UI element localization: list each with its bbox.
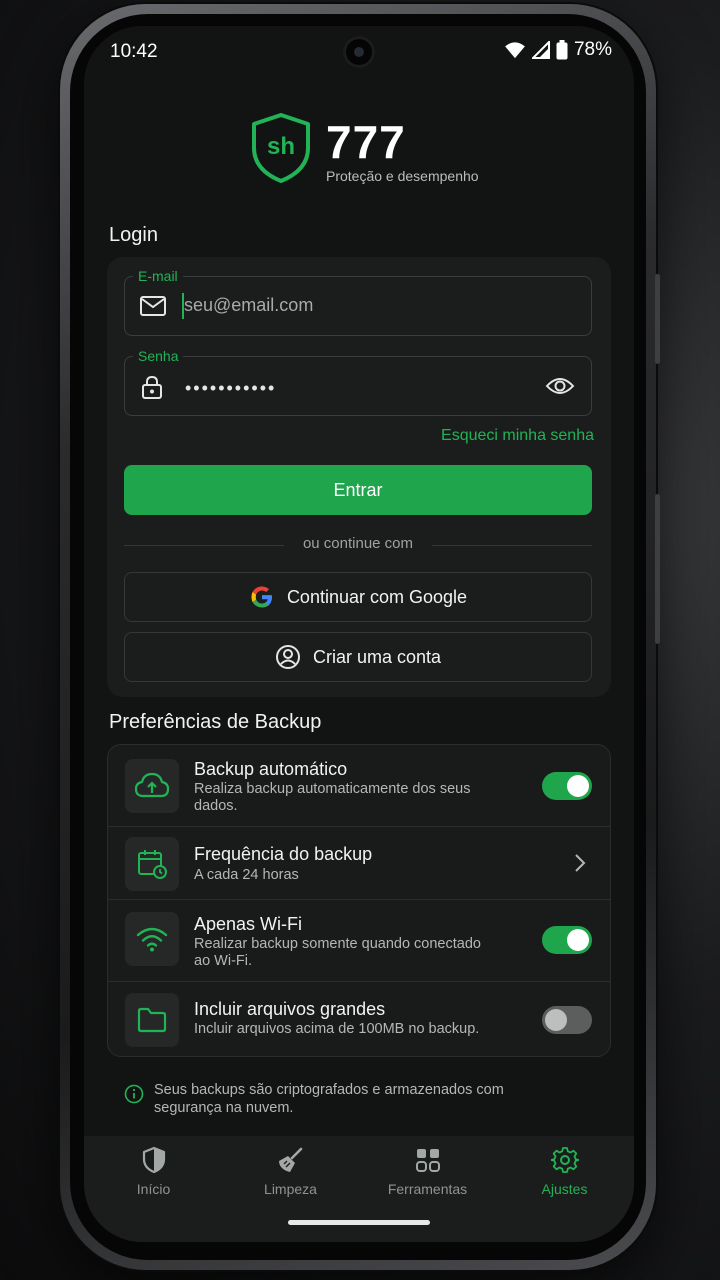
pref-description: Realiza backup automaticamente dos seus … bbox=[194, 781, 471, 814]
pref-row-wifi-only[interactable]: Apenas Wi-Fi Realizar backup somente qua… bbox=[108, 900, 610, 982]
app-title: 777 bbox=[326, 116, 406, 168]
pref-row-frequency[interactable]: Frequência do backup A cada 24 horas bbox=[108, 827, 610, 900]
pref-title: Frequência do backup bbox=[194, 844, 373, 864]
password-input[interactable]: ••••••••••• bbox=[185, 378, 276, 399]
google-login-button[interactable]: Continuar com Google bbox=[124, 572, 592, 622]
pref-title: Apenas Wi-Fi bbox=[194, 914, 303, 934]
home-indicator[interactable] bbox=[288, 1220, 430, 1225]
bottom-navigation: Início Limpeza Ferramentas Ajustes bbox=[84, 1136, 634, 1242]
mail-icon bbox=[140, 296, 166, 316]
login-section-title: Login bbox=[109, 224, 158, 246]
nav-item-ferramentas[interactable]: Ferramentas bbox=[359, 1146, 496, 1197]
pref-row-large-files[interactable]: Incluir arquivos grandes Incluir arquivo… bbox=[108, 982, 610, 1058]
status-time: 10:42 bbox=[110, 41, 158, 62]
gear-icon bbox=[549, 1147, 580, 1173]
status-icons: 78% bbox=[504, 39, 612, 61]
wifi-status-icon bbox=[505, 42, 525, 59]
large-files-toggle[interactable] bbox=[542, 1006, 592, 1034]
wifi-icon bbox=[125, 912, 179, 966]
nav-item-limpeza[interactable]: Limpeza bbox=[222, 1146, 359, 1197]
app-screen: 10:42 78% sh 777 Proteção e desempenho L… bbox=[84, 26, 634, 1242]
nav-label: Ferramentas bbox=[387, 1181, 468, 1197]
create-account-button[interactable]: Criar uma conta bbox=[124, 632, 592, 682]
power-button bbox=[655, 494, 660, 644]
pref-description: Incluir arquivos acima de 100MB no backu… bbox=[194, 1021, 480, 1037]
wifi-only-toggle[interactable] bbox=[542, 926, 592, 954]
divider-text: ou continue com bbox=[302, 535, 414, 552]
email-input[interactable]: seu@email.com bbox=[184, 295, 313, 316]
email-label: E-mail bbox=[133, 267, 183, 285]
password-field[interactable]: Senha ••••••••••• bbox=[124, 347, 592, 416]
signal-icon bbox=[531, 41, 550, 59]
google-login-label: Continuar com Google bbox=[286, 586, 468, 607]
nav-label: Ajustes bbox=[541, 1181, 588, 1197]
pref-row-auto-backup[interactable]: Backup automático Realiza backup automat… bbox=[108, 745, 610, 827]
svg-text:sh: sh bbox=[267, 133, 295, 160]
info-text: Seus backups são criptografados e armaze… bbox=[154, 1082, 504, 1116]
backup-preferences-card: Backup automático Realiza backup automat… bbox=[107, 744, 611, 1057]
nav-label: Início bbox=[136, 1181, 171, 1197]
pref-title: Incluir arquivos grandes bbox=[194, 999, 386, 1019]
volume-button bbox=[655, 274, 660, 364]
nav-label: Limpeza bbox=[264, 1181, 317, 1197]
chevron-right-icon bbox=[575, 854, 586, 872]
create-account-label: Criar uma conta bbox=[312, 646, 442, 667]
nav-item-ajustes[interactable]: Ajustes bbox=[496, 1146, 633, 1197]
battery-icon bbox=[556, 40, 568, 60]
divider: ou continue com bbox=[124, 535, 592, 555]
folder-icon bbox=[125, 993, 179, 1047]
google-icon bbox=[251, 586, 272, 608]
forgot-password-link[interactable]: Esqueci minha senha bbox=[441, 427, 594, 445]
pref-title: Backup automático bbox=[194, 759, 348, 779]
nav-item-inicio[interactable]: Início bbox=[85, 1146, 222, 1197]
shield-icon bbox=[142, 1146, 165, 1174]
auto-backup-toggle[interactable] bbox=[542, 772, 592, 800]
pref-description: Realizar backup somente quando conectado… bbox=[194, 936, 481, 969]
password-label: Senha bbox=[133, 347, 184, 365]
app-subtitle: Proteção e desempenho bbox=[326, 168, 479, 184]
cloud-upload-icon bbox=[125, 759, 179, 813]
login-button[interactable]: Entrar bbox=[124, 465, 592, 515]
email-field[interactable]: E-mail seu@email.com bbox=[124, 267, 592, 336]
user-circle-icon bbox=[275, 645, 300, 669]
grid-icon bbox=[415, 1149, 440, 1172]
backup-section-title: Preferências de Backup bbox=[109, 711, 322, 733]
lock-icon bbox=[142, 375, 162, 399]
battery-percentage: 78% bbox=[573, 39, 612, 60]
info-icon bbox=[124, 1084, 144, 1104]
eye-icon[interactable] bbox=[545, 375, 575, 397]
login-card: E-mail seu@email.com Senha ••••••••••• E… bbox=[107, 257, 611, 697]
broom-icon bbox=[278, 1147, 302, 1172]
calendar-clock-icon bbox=[125, 837, 179, 891]
pref-description: A cada 24 horas bbox=[194, 867, 299, 883]
front-camera bbox=[343, 36, 375, 68]
status-bar: 10:42 78% bbox=[84, 26, 634, 78]
divider-line-right bbox=[432, 545, 592, 546]
shield-logo-icon: sh bbox=[252, 113, 310, 183]
